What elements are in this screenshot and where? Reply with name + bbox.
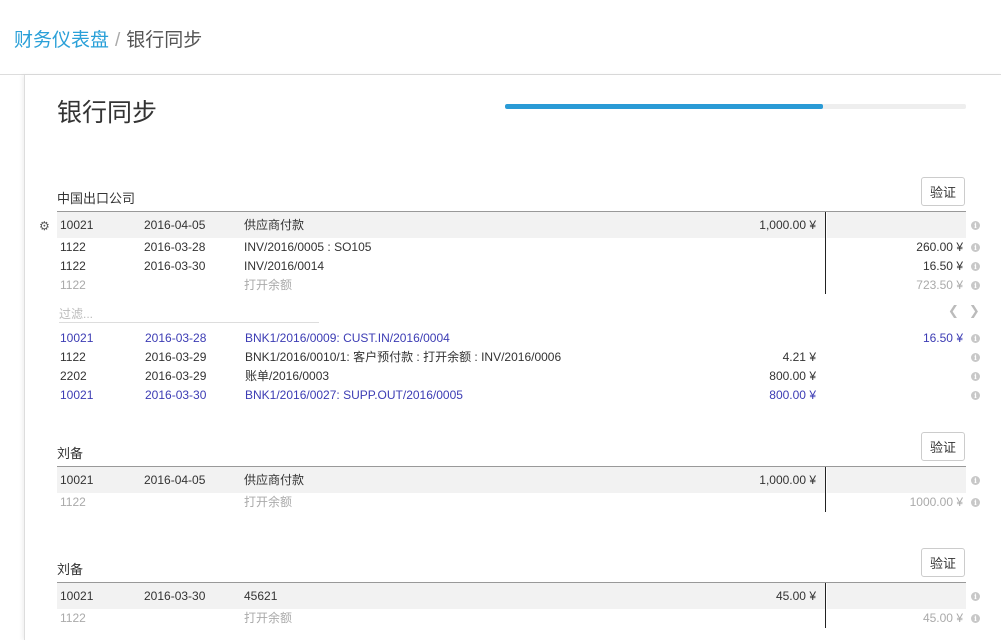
account-code: 1122 bbox=[60, 240, 86, 254]
chevron-left-icon[interactable]: ❮ bbox=[948, 303, 969, 318]
partner-name[interactable]: 刘备 bbox=[57, 559, 83, 578]
partner-name[interactable]: 中国出口公司 bbox=[57, 188, 135, 207]
debit-amount: 45.00 ¥ bbox=[775, 589, 816, 603]
debit-amount: 800.00 ¥ bbox=[769, 388, 816, 402]
partner-name[interactable]: 刘备 bbox=[57, 443, 83, 462]
line-date: 2016-04-05 bbox=[144, 473, 206, 487]
line-label: BNK1/2016/0009: CUST.IN/2016/0004 bbox=[245, 331, 450, 345]
verify-button[interactable]: 验证 bbox=[921, 432, 965, 461]
account-code: 10021 bbox=[60, 589, 94, 603]
line-label: 供应商付款 bbox=[244, 473, 305, 487]
line-date: 2016-03-30 bbox=[145, 388, 207, 402]
line-label: 打开余额 bbox=[244, 278, 293, 292]
statement-amount-column bbox=[827, 467, 966, 493]
breadcrumb: 财务仪表盘 / 银行同步 bbox=[14, 25, 202, 52]
info-icon[interactable]: i bbox=[971, 262, 980, 271]
credit-amount: 1000.00 ¥ bbox=[909, 495, 963, 509]
statement-line[interactable]: 10021 2016-04-05 供应商付款 1,000.00 ¥ bbox=[57, 212, 825, 238]
page-title: 银行同步 bbox=[57, 99, 158, 127]
info-icon[interactable]: i bbox=[971, 614, 980, 623]
matched-line[interactable]: 1122 2016-03-30 INV/2016/0014 16.50 ¥ bbox=[57, 257, 966, 276]
account-code: 10021 bbox=[60, 473, 94, 487]
info-icon[interactable]: i bbox=[971, 372, 980, 381]
info-icon[interactable]: i bbox=[971, 334, 980, 343]
statement-amount-column bbox=[827, 212, 966, 238]
reconciliation-sheet: 银行同步 中国出口公司 验证 ⚙ 10021 2016-04-05 供应商付款 … bbox=[24, 75, 1001, 640]
open-balance-line: 1122 打开余额 723.50 ¥ bbox=[57, 276, 966, 295]
credit-amount: 16.50 ¥ bbox=[922, 331, 963, 345]
account-code: 1122 bbox=[60, 259, 86, 273]
credit-amount: 723.50 ¥ bbox=[916, 278, 963, 292]
open-balance-line: 1122 打开余额 45.00 ¥ bbox=[57, 609, 966, 628]
verify-button[interactable]: 验证 bbox=[921, 548, 965, 577]
line-label: 打开余额 bbox=[244, 495, 293, 509]
progress-bar-fill bbox=[505, 104, 824, 109]
debit-amount: 4.21 ¥ bbox=[782, 350, 816, 364]
matched-line[interactable]: 1122 2016-03-28 INV/2016/0005 : SO105 26… bbox=[57, 238, 966, 257]
info-icon[interactable]: i bbox=[971, 391, 980, 400]
debit-amount: 800.00 ¥ bbox=[769, 369, 816, 383]
credit-amount: 260.00 ¥ bbox=[916, 240, 963, 254]
debit-amount: 1,000.00 ¥ bbox=[759, 218, 816, 232]
filter-input[interactable]: 过滤... bbox=[59, 306, 319, 323]
proposition-line[interactable]: 2202 2016-03-29 账单/2016/0003 800.00 ¥ bbox=[57, 367, 966, 386]
line-date: 2016-03-28 bbox=[144, 240, 206, 254]
pager: ❮❯ bbox=[948, 303, 990, 319]
info-icon[interactable]: i bbox=[971, 221, 980, 230]
account-code: 2202 bbox=[60, 369, 87, 383]
line-date: 2016-03-30 bbox=[144, 589, 206, 603]
statement-line[interactable]: 10021 2016-04-05 供应商付款 1,000.00 ¥ bbox=[57, 467, 825, 493]
info-icon[interactable]: i bbox=[971, 498, 980, 507]
info-icon[interactable]: i bbox=[971, 243, 980, 252]
line-label: INV/2016/0005 : SO105 bbox=[244, 240, 372, 254]
account-code: 1122 bbox=[60, 611, 86, 625]
chevron-right-icon[interactable]: ❯ bbox=[969, 303, 990, 318]
info-icon[interactable]: i bbox=[971, 281, 980, 290]
line-date: 2016-04-05 bbox=[144, 218, 206, 232]
line-label: 供应商付款 bbox=[244, 218, 305, 232]
line-label: BNK1/2016/0010/1: 客户预付款 : 打开余额 : INV/201… bbox=[245, 350, 562, 364]
line-label: 打开余额 bbox=[244, 611, 293, 625]
account-code: 1122 bbox=[60, 278, 86, 292]
account-code: 1122 bbox=[60, 350, 86, 364]
account-code: 10021 bbox=[60, 218, 94, 232]
top-bar: 财务仪表盘 / 银行同步 bbox=[0, 0, 1001, 75]
line-date: 2016-03-28 bbox=[145, 331, 207, 345]
credit-amount: 45.00 ¥ bbox=[922, 611, 963, 625]
breadcrumb-current: 银行同步 bbox=[126, 30, 203, 51]
gear-icon[interactable]: ⚙ bbox=[39, 219, 50, 233]
breadcrumb-parent-link[interactable]: 财务仪表盘 bbox=[14, 30, 109, 51]
line-label: 45621 bbox=[244, 589, 278, 603]
account-code: 10021 bbox=[60, 388, 94, 402]
statement-line[interactable]: 10021 2016-03-30 45621 45.00 ¥ bbox=[57, 583, 825, 609]
breadcrumb-separator: / bbox=[115, 30, 121, 51]
line-date: 2016-03-29 bbox=[145, 369, 207, 383]
proposition-line[interactable]: 10021 2016-03-30 BNK1/2016/0027: SUPP.OU… bbox=[57, 386, 966, 405]
line-label: 账单/2016/0003 bbox=[245, 369, 330, 383]
line-label: BNK1/2016/0027: SUPP.OUT/2016/0005 bbox=[245, 388, 463, 402]
info-icon[interactable]: i bbox=[971, 592, 980, 601]
info-icon[interactable]: i bbox=[971, 353, 980, 362]
debit-amount: 1,000.00 ¥ bbox=[759, 473, 816, 487]
account-code: 1122 bbox=[60, 495, 86, 509]
account-code: 10021 bbox=[60, 331, 94, 345]
proposition-line[interactable]: 10021 2016-03-28 BNK1/2016/0009: CUST.IN… bbox=[57, 329, 966, 348]
open-balance-line: 1122 打开余额 1000.00 ¥ bbox=[57, 493, 966, 512]
progress-bar bbox=[505, 104, 966, 109]
statement-amount-column bbox=[827, 583, 966, 609]
line-date: 2016-03-30 bbox=[144, 259, 206, 273]
line-date: 2016-03-29 bbox=[145, 350, 207, 364]
line-label: INV/2016/0014 bbox=[244, 259, 325, 273]
proposition-line[interactable]: 1122 2016-03-29 BNK1/2016/0010/1: 客户预付款 … bbox=[57, 348, 966, 367]
verify-button[interactable]: 验证 bbox=[921, 177, 965, 206]
info-icon[interactable]: i bbox=[971, 476, 980, 485]
credit-amount: 16.50 ¥ bbox=[922, 259, 963, 273]
